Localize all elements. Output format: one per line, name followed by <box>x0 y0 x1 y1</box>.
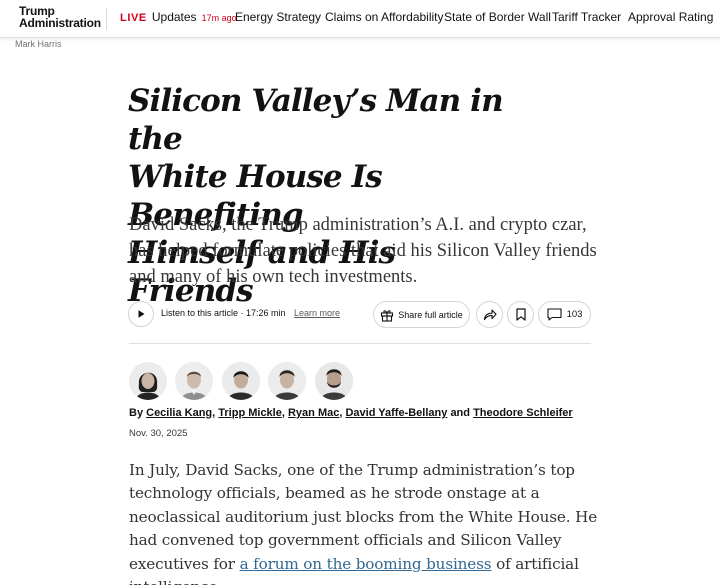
byline-and: and <box>450 407 470 419</box>
comments-button[interactable]: 103 <box>538 301 591 328</box>
share-full-article-button[interactable]: Share full article <box>373 301 470 328</box>
save-article-button[interactable] <box>507 301 534 328</box>
nav-item-state-of-border-wall[interactable]: State of Border Wall <box>444 10 551 24</box>
author-photo <box>222 362 260 400</box>
author-link-cecilia-kang[interactable]: Cecilia Kang <box>146 407 212 419</box>
article-summary: David Sacks, the Trump administration’s … <box>129 215 597 287</box>
byline-separator: , <box>339 407 343 419</box>
avatar-author-1[interactable] <box>129 362 167 400</box>
article-toolbar: Listen to this article · 17:26 min Learn… <box>128 300 593 328</box>
live-updates-timestamp: 17m ago <box>201 13 237 23</box>
photo-credit: Mark Harris <box>15 39 62 49</box>
nav-item-approval-rating[interactable]: Approval Rating <box>628 10 713 24</box>
comments-count: 103 <box>566 309 583 320</box>
author-link-tripp-mickle[interactable]: Tripp Mickle <box>218 407 282 419</box>
byline-separator: , <box>212 407 216 419</box>
byline-prefix: By <box>129 407 144 419</box>
author-link-ryan-mac[interactable]: Ryan Mac <box>288 407 339 419</box>
share-button[interactable] <box>476 301 503 328</box>
author-photo <box>175 362 213 400</box>
live-updates-label: Updates <box>151 10 197 24</box>
bookmark-icon <box>515 308 526 321</box>
avatar-author-5[interactable] <box>315 362 353 400</box>
nav-divider <box>106 8 107 30</box>
avatar-author-2[interactable] <box>175 362 213 400</box>
byline: By Cecilia Kang, Tripp Mickle, Ryan Mac,… <box>129 407 573 419</box>
forum-article-link[interactable]: a forum on the booming business <box>240 555 492 573</box>
nav-item-tariff-tracker[interactable]: Tariff Tracker <box>552 10 621 24</box>
author-photo <box>315 362 353 400</box>
section-divider <box>129 343 591 344</box>
top-navigation-bar: Trump Administration LIVE Updates 17m ag… <box>0 0 720 38</box>
author-link-theodore-schleifer[interactable]: Theodore Schleifer <box>473 407 573 419</box>
play-audio-button[interactable] <box>128 301 154 327</box>
live-tag: LIVE <box>120 12 147 24</box>
comment-icon <box>547 308 562 321</box>
avatar-author-4[interactable] <box>268 362 306 400</box>
share-arrow-icon <box>483 309 497 321</box>
section-title-line-2: Administration <box>19 16 101 30</box>
learn-more-link[interactable]: Learn more <box>294 308 340 318</box>
nav-item-claims-on-affordability[interactable]: Claims on Affordability <box>325 10 444 24</box>
avatar-author-3[interactable] <box>222 362 260 400</box>
gift-icon <box>381 309 394 322</box>
listen-to-article-label: Listen to this article · 17:26 min <box>161 308 286 318</box>
article-body-paragraph: In July, David Sacks, one of the Trump a… <box>129 459 599 585</box>
share-full-article-label: Share full article <box>398 309 463 320</box>
author-photo <box>129 362 167 400</box>
author-photo <box>268 362 306 400</box>
section-title[interactable]: Trump Administration <box>19 5 101 29</box>
nav-item-energy-strategy[interactable]: Energy Strategy <box>235 10 321 24</box>
play-icon <box>138 310 145 318</box>
live-updates-link[interactable]: LIVE Updates 17m ago <box>120 10 237 24</box>
author-link-david-yaffe-bellany[interactable]: David Yaffe-Bellany <box>345 407 447 419</box>
headline-line: Silicon Valley’s Man in the <box>128 83 504 157</box>
byline-separator: , <box>281 407 285 419</box>
publish-date: Nov. 30, 2025 <box>129 428 188 439</box>
